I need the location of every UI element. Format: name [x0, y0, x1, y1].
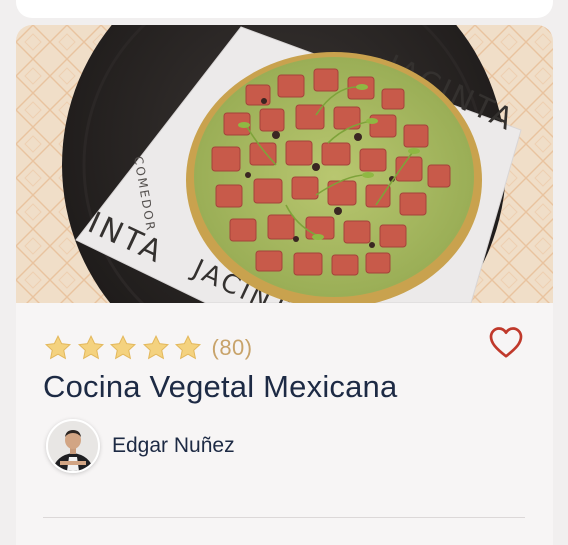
author[interactable]: Edgar Nuñez	[46, 419, 235, 473]
recipe-card[interactable]: JACINTA INTA JACINTA COMEDOR	[16, 25, 553, 545]
avatar[interactable]	[46, 419, 100, 473]
previous-card-bottom	[16, 0, 553, 18]
recipe-info: (80) Cocina Vegetal Mexicana Edgar Nuñez	[16, 303, 553, 545]
divider	[43, 517, 525, 518]
author-name[interactable]: Edgar Nuñez	[112, 434, 235, 458]
heart-outline-icon	[489, 327, 523, 358]
star-icon	[76, 333, 106, 363]
star-icon	[43, 333, 73, 363]
rating-count: (80)	[211, 335, 253, 360]
recipe-photo-image: JACINTA INTA JACINTA COMEDOR	[16, 25, 553, 303]
chef-avatar	[48, 421, 98, 471]
rating: (80)	[43, 333, 253, 363]
recipe-photo[interactable]: JACINTA INTA JACINTA COMEDOR	[16, 25, 553, 303]
favorite-button[interactable]	[486, 323, 526, 361]
star-icon	[141, 333, 171, 363]
star-icon	[108, 333, 138, 363]
recipe-title[interactable]: Cocina Vegetal Mexicana	[43, 369, 397, 405]
star-icon	[173, 333, 203, 363]
